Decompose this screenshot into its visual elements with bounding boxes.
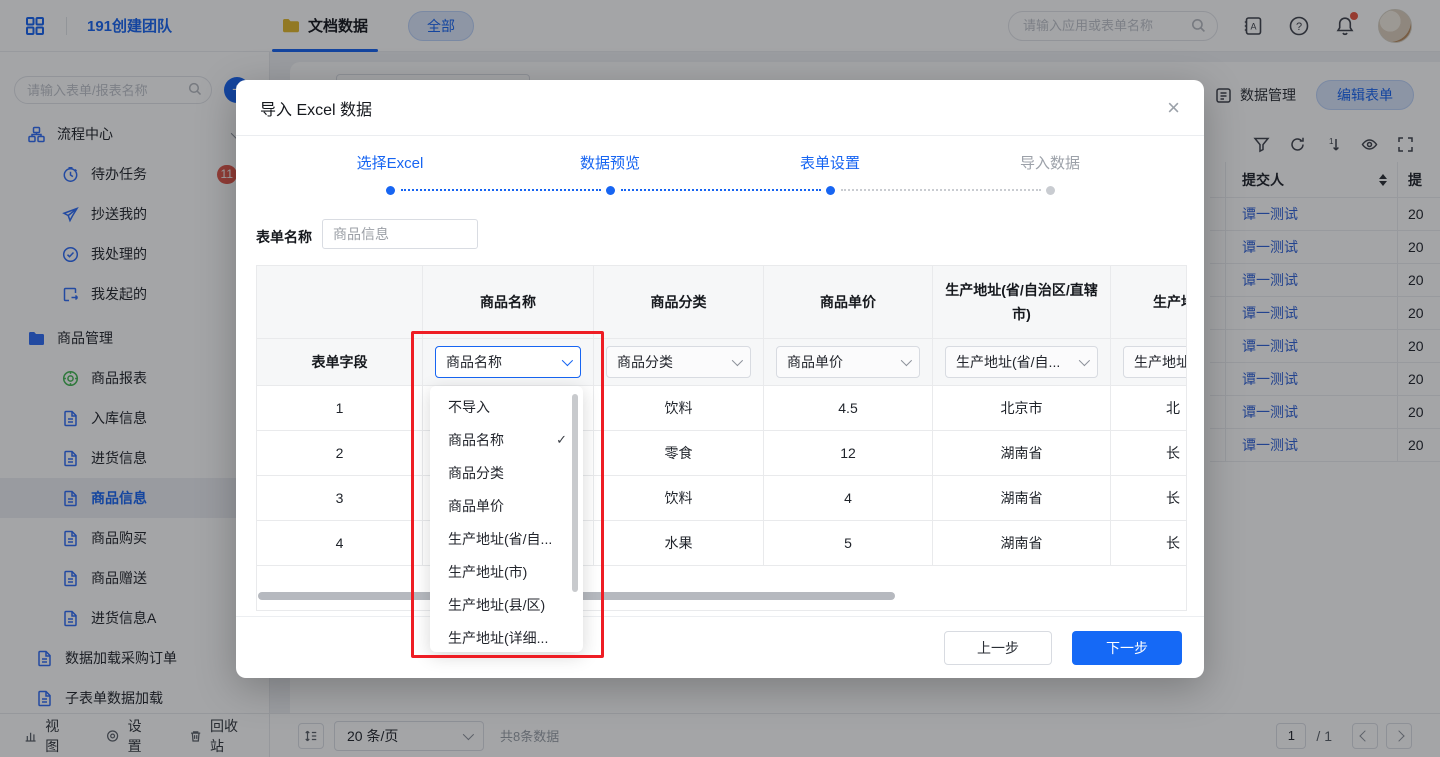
step-form-settings[interactable]: 表单设置 [760, 152, 900, 173]
field-row-label: 表单字段 [257, 339, 423, 385]
field-select-province[interactable]: 生产地址(省/自... [945, 346, 1098, 378]
dropdown-option-no-import[interactable]: 不导入 [430, 390, 583, 423]
mapping-table-viewport: 商品名称 商品分类 商品单价 生产地址(省/自治区/直辖市) 生产地 表单字段 … [256, 265, 1187, 611]
field-select-dropdown: 不导入 商品名称 商品分类 商品单价 生产地址(省/自... 生产地址(市) 生… [430, 386, 583, 652]
modal-header: 导入 Excel 数据 × [236, 80, 1204, 136]
chevron-down-icon [901, 355, 912, 366]
step-dot [606, 186, 615, 195]
dropdown-option-province[interactable]: 生产地址(省/自... [430, 522, 583, 555]
modal-footer: 上一步 下一步 [236, 616, 1204, 678]
data-row: 4 水果 5 湖南省 长 [257, 521, 1187, 566]
dropdown-scrollbar[interactable] [572, 394, 578, 592]
step-dot [826, 186, 835, 195]
field-select-product-name[interactable]: 商品名称 [435, 346, 581, 378]
field-select-product-price[interactable]: 商品单价 [776, 346, 920, 378]
mapping-table: 商品名称 商品分类 商品单价 生产地址(省/自治区/直辖市) 生产地 表单字段 … [257, 266, 1187, 566]
screen: 191创建团队 文档数据 全部 A ? [0, 0, 1440, 757]
col-header: 商品分类 [594, 266, 764, 338]
col-header: 商品单价 [764, 266, 933, 338]
step-dot [386, 186, 395, 195]
dropdown-option-product-price[interactable]: 商品单价 [430, 489, 583, 522]
col-header: 生产地址(省/自治区/直辖市) [933, 266, 1111, 338]
field-select-product-category[interactable]: 商品分类 [606, 346, 751, 378]
next-step-button[interactable]: 下一步 [1072, 631, 1182, 665]
col-header-clipped: 生产地 [1111, 266, 1187, 338]
step-import-data[interactable]: 导入数据 [980, 152, 1120, 173]
form-name-input[interactable] [322, 219, 478, 249]
field-select-city-clipped[interactable]: 生产地址(市 [1123, 346, 1187, 378]
chevron-down-icon [562, 355, 573, 366]
step-dot [1046, 186, 1055, 195]
data-row: 1 饮料 4.5 北京市 北 [257, 386, 1187, 431]
col-header: 商品名称 [423, 266, 594, 338]
previous-step-button[interactable]: 上一步 [944, 631, 1052, 665]
chevron-down-icon [1079, 355, 1090, 366]
dropdown-option-district[interactable]: 生产地址(县/区) [430, 588, 583, 621]
dropdown-option-product-category[interactable]: 商品分类 [430, 456, 583, 489]
step-line [621, 189, 821, 191]
step-data-preview[interactable]: 数据预览 [540, 152, 680, 173]
step-select-excel[interactable]: 选择Excel [320, 152, 460, 173]
modal-title: 导入 Excel 数据 [260, 96, 372, 120]
dropdown-option-detail[interactable]: 生产地址(详细... [430, 621, 583, 652]
dropdown-option-city[interactable]: 生产地址(市) [430, 555, 583, 588]
data-row: 2 零食 12 湖南省 长 [257, 431, 1187, 476]
import-excel-modal: 导入 Excel 数据 × 选择Excel 数据预览 表单设置 导入数据 表单名… [236, 80, 1204, 678]
field-mapping-row: 表单字段 商品名称 商品分类 [257, 339, 1187, 386]
dropdown-option-product-name[interactable]: 商品名称 [430, 423, 583, 456]
mapping-header-row: 商品名称 商品分类 商品单价 生产地址(省/自治区/直辖市) 生产地 [257, 266, 1187, 339]
check-icon [556, 432, 567, 448]
step-line [841, 189, 1041, 191]
data-row: 3 饮料 4 湖南省 长 [257, 476, 1187, 521]
form-name-label: 表单名称 [256, 227, 312, 247]
step-line [401, 189, 601, 191]
close-icon[interactable]: × [1167, 97, 1180, 119]
chevron-down-icon [732, 355, 743, 366]
